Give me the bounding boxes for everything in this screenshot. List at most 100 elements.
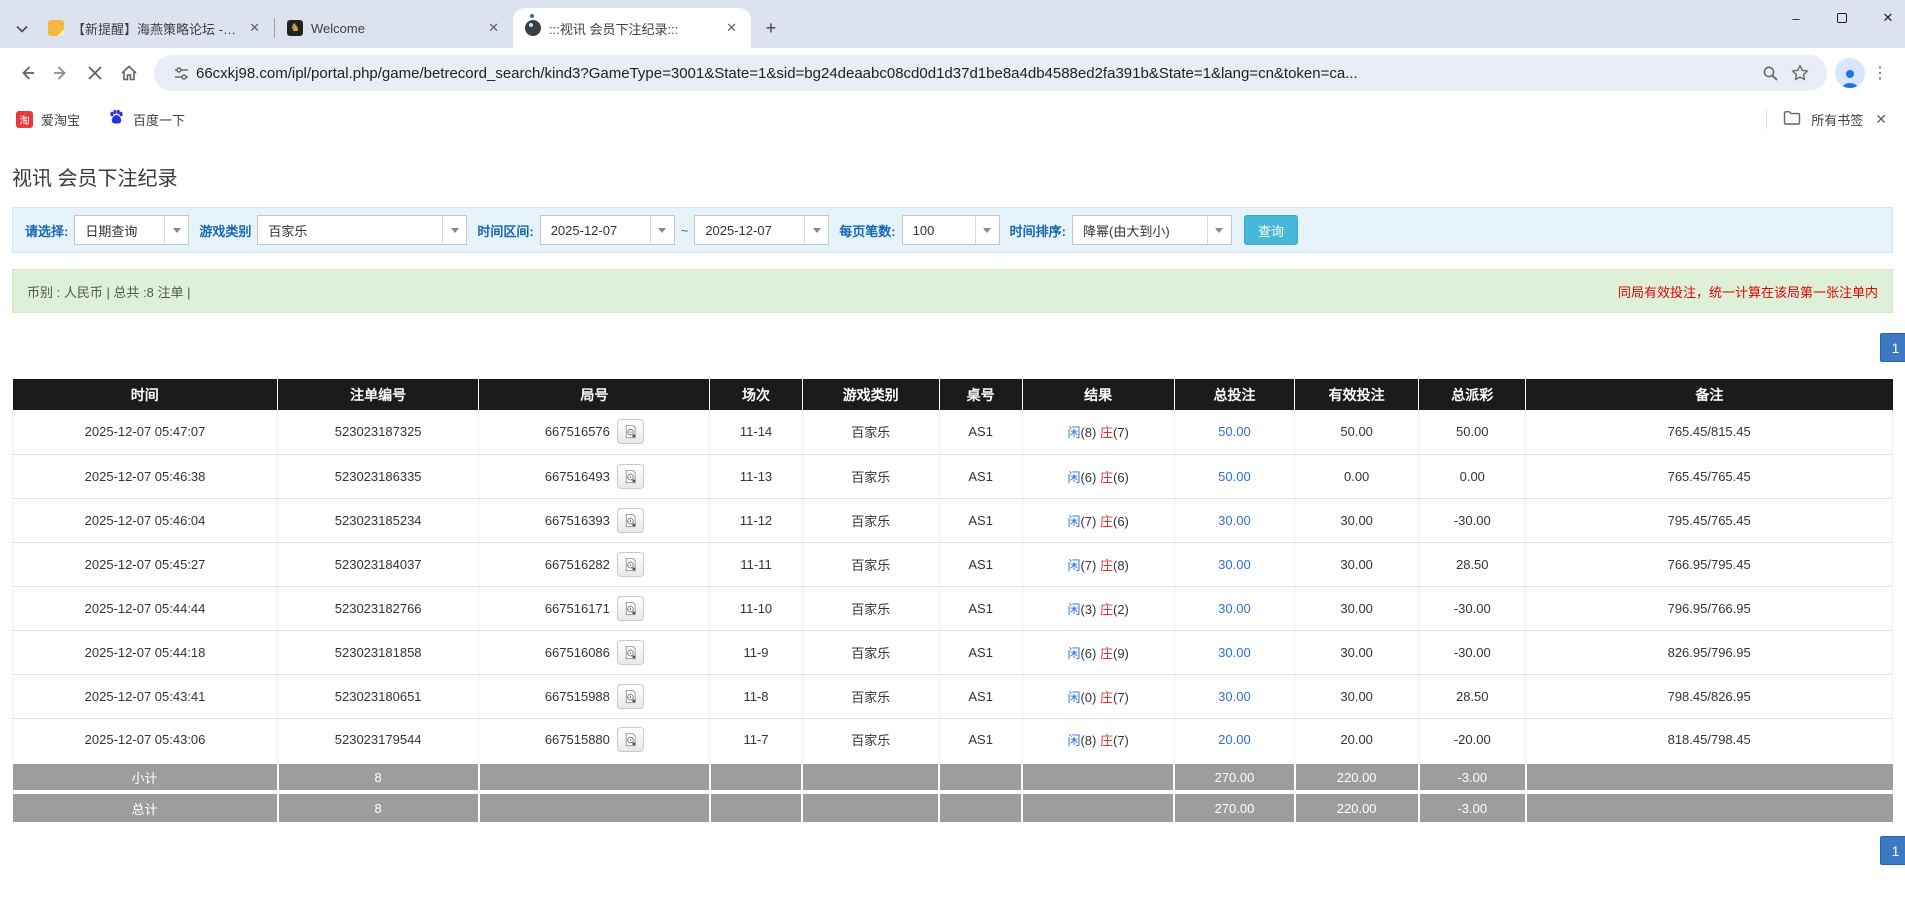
profile-avatar[interactable] (1835, 58, 1865, 88)
forum-favicon-icon (48, 20, 64, 36)
session: 11-12 (710, 498, 802, 542)
tab-bet-records-active[interactable]: :::视讯 会员下注纪录::: ✕ (513, 8, 751, 48)
video-replay-icon[interactable] (617, 684, 644, 709)
forward-icon[interactable] (44, 56, 78, 90)
bookmark-baidu[interactable]: 百度一下 (108, 109, 185, 129)
date-from-select[interactable]: 2025-12-07 (540, 215, 675, 245)
total-bet-link[interactable]: 30.00 (1218, 601, 1251, 616)
valid-bet: 30.00 (1295, 586, 1419, 630)
zoom-page-icon[interactable] (1755, 58, 1785, 88)
column-header: 总派彩 (1419, 379, 1526, 410)
result-cell: 闲(6) 庄(6) (1022, 454, 1174, 498)
total-bet-link[interactable]: 50.00 (1218, 469, 1251, 484)
banker-score: (7) (1113, 425, 1129, 440)
video-replay-icon[interactable] (617, 596, 644, 621)
bookmarks-right: 所有书签 ✕ (1766, 109, 1889, 129)
url-text[interactable]: 66cxkj98.com/ipl/portal.php/game/betreco… (196, 65, 1755, 82)
video-replay-icon[interactable] (617, 419, 644, 444)
total-bet-link[interactable]: 30.00 (1218, 689, 1251, 704)
tab-search-chevron-icon[interactable] (8, 10, 36, 48)
browser-menu-icon[interactable]: ⋮ (1865, 58, 1895, 88)
search-button[interactable]: 查询 (1244, 215, 1298, 245)
tab-close-icon[interactable]: ✕ (722, 18, 741, 38)
video-replay-icon[interactable] (617, 727, 644, 752)
game-category-select[interactable]: 百家乐 (257, 215, 467, 245)
bet-number: 523023181858 (278, 630, 479, 674)
bookmark-star-icon[interactable] (1785, 58, 1815, 88)
round-number: 667516171 (545, 601, 610, 616)
query-type-value: 日期查询 (75, 216, 164, 244)
total-bet-cell: 30.00 (1174, 498, 1294, 542)
baidu-paw-icon (108, 109, 125, 129)
tab-title: 【新提醒】海燕策略论坛 - 综合 (72, 19, 237, 38)
stop-loading-icon[interactable] (78, 56, 112, 90)
total-row-valid-bet: 220.00 (1295, 792, 1419, 822)
table-number: AS1 (939, 586, 1022, 630)
sort-label: 时间排序: (1010, 221, 1066, 240)
window-minimize-icon[interactable]: – (1789, 11, 1803, 26)
remark: 765.45/815.45 (1526, 410, 1893, 454)
payout: 28.50 (1419, 542, 1526, 586)
total-bet-link[interactable]: 30.00 (1218, 513, 1251, 528)
tab-forum[interactable]: 【新提醒】海燕策略论坛 - 综合 ✕ (36, 8, 274, 48)
tab-close-icon[interactable]: ✕ (245, 18, 264, 38)
page-size-select[interactable]: 100 (902, 215, 1000, 245)
banker-result: 庄 (1100, 733, 1113, 748)
video-replay-icon[interactable] (617, 464, 644, 489)
new-tab-button[interactable]: + (757, 14, 785, 42)
valid-bet: 30.00 (1295, 674, 1419, 718)
window-maximize-icon[interactable] (1837, 13, 1847, 23)
page-number-button[interactable]: 1 (1880, 333, 1905, 362)
bet-number: 523023185234 (278, 498, 479, 542)
total-bet-link[interactable]: 30.00 (1218, 645, 1251, 660)
payout: -30.00 (1419, 630, 1526, 674)
empty-cell (939, 762, 1022, 792)
table-number: AS1 (939, 542, 1022, 586)
bookmark-aitaobao[interactable]: 淘 爱淘宝 (16, 110, 80, 129)
player-score: (7) (1080, 558, 1100, 573)
folder-icon (1783, 110, 1801, 129)
date-to-select[interactable]: 2025-12-07 (694, 215, 829, 245)
query-type-select[interactable]: 日期查询 (74, 215, 189, 245)
all-bookmarks-label[interactable]: 所有书签 (1811, 110, 1863, 129)
video-replay-icon[interactable] (617, 508, 644, 533)
chevron-down-icon (442, 216, 466, 244)
chevron-down-icon (975, 216, 999, 244)
video-replay-icon[interactable] (617, 552, 644, 577)
total-bet-link[interactable]: 50.00 (1218, 424, 1251, 439)
bookmark-label: 百度一下 (133, 110, 185, 129)
subtotal-row: 小计8270.00220.00-3.00 (13, 762, 1893, 792)
round-number: 667515988 (545, 689, 610, 704)
url-bar[interactable]: 66cxkj98.com/ipl/portal.php/game/betreco… (154, 55, 1827, 91)
column-header: 总投注 (1174, 379, 1294, 410)
banker-score: (6) (1113, 470, 1129, 485)
round-number-cell: 667515988 (479, 674, 710, 718)
sort-select[interactable]: 降幂(由大到小) (1072, 215, 1232, 245)
tab-welcome[interactable]: ♞ Welcome ✕ (275, 8, 513, 48)
total-bet-cell: 30.00 (1174, 542, 1294, 586)
tab-close-icon[interactable]: ✕ (484, 18, 503, 38)
video-replay-icon[interactable] (617, 640, 644, 665)
close-icon[interactable]: ✕ (1873, 111, 1889, 128)
total-bet-link[interactable]: 20.00 (1218, 732, 1251, 747)
column-header: 桌号 (939, 379, 1022, 410)
window-controls: – ✕ (1789, 10, 1895, 26)
window-close-icon[interactable]: ✕ (1881, 10, 1895, 26)
valid-bet: 50.00 (1295, 410, 1419, 454)
table-row: 2025-12-07 05:46:04523023185234667516393… (13, 498, 1893, 542)
site-settings-icon[interactable] (166, 58, 196, 88)
banker-result: 庄 (1100, 558, 1113, 573)
back-icon[interactable] (10, 56, 44, 90)
banker-result: 庄 (1100, 470, 1113, 485)
remark: 796.95/766.95 (1526, 586, 1893, 630)
empty-cell (939, 792, 1022, 822)
total-bet-link[interactable]: 30.00 (1218, 557, 1251, 572)
bet-time: 2025-12-07 05:46:04 (13, 498, 278, 542)
page-size-value: 100 (903, 216, 975, 244)
welcome-favicon-icon: ♞ (287, 20, 303, 36)
page-number-button[interactable]: 1 (1880, 836, 1905, 865)
page-content: 视讯 会员下注纪录 请选择: 日期查询 游戏类别 百家乐 时间区间: 2025-… (0, 162, 1905, 865)
table-row: 2025-12-07 05:43:06523023179544667515880… (13, 718, 1893, 762)
home-icon[interactable] (112, 56, 146, 90)
bookmarks-separator (1766, 109, 1767, 129)
